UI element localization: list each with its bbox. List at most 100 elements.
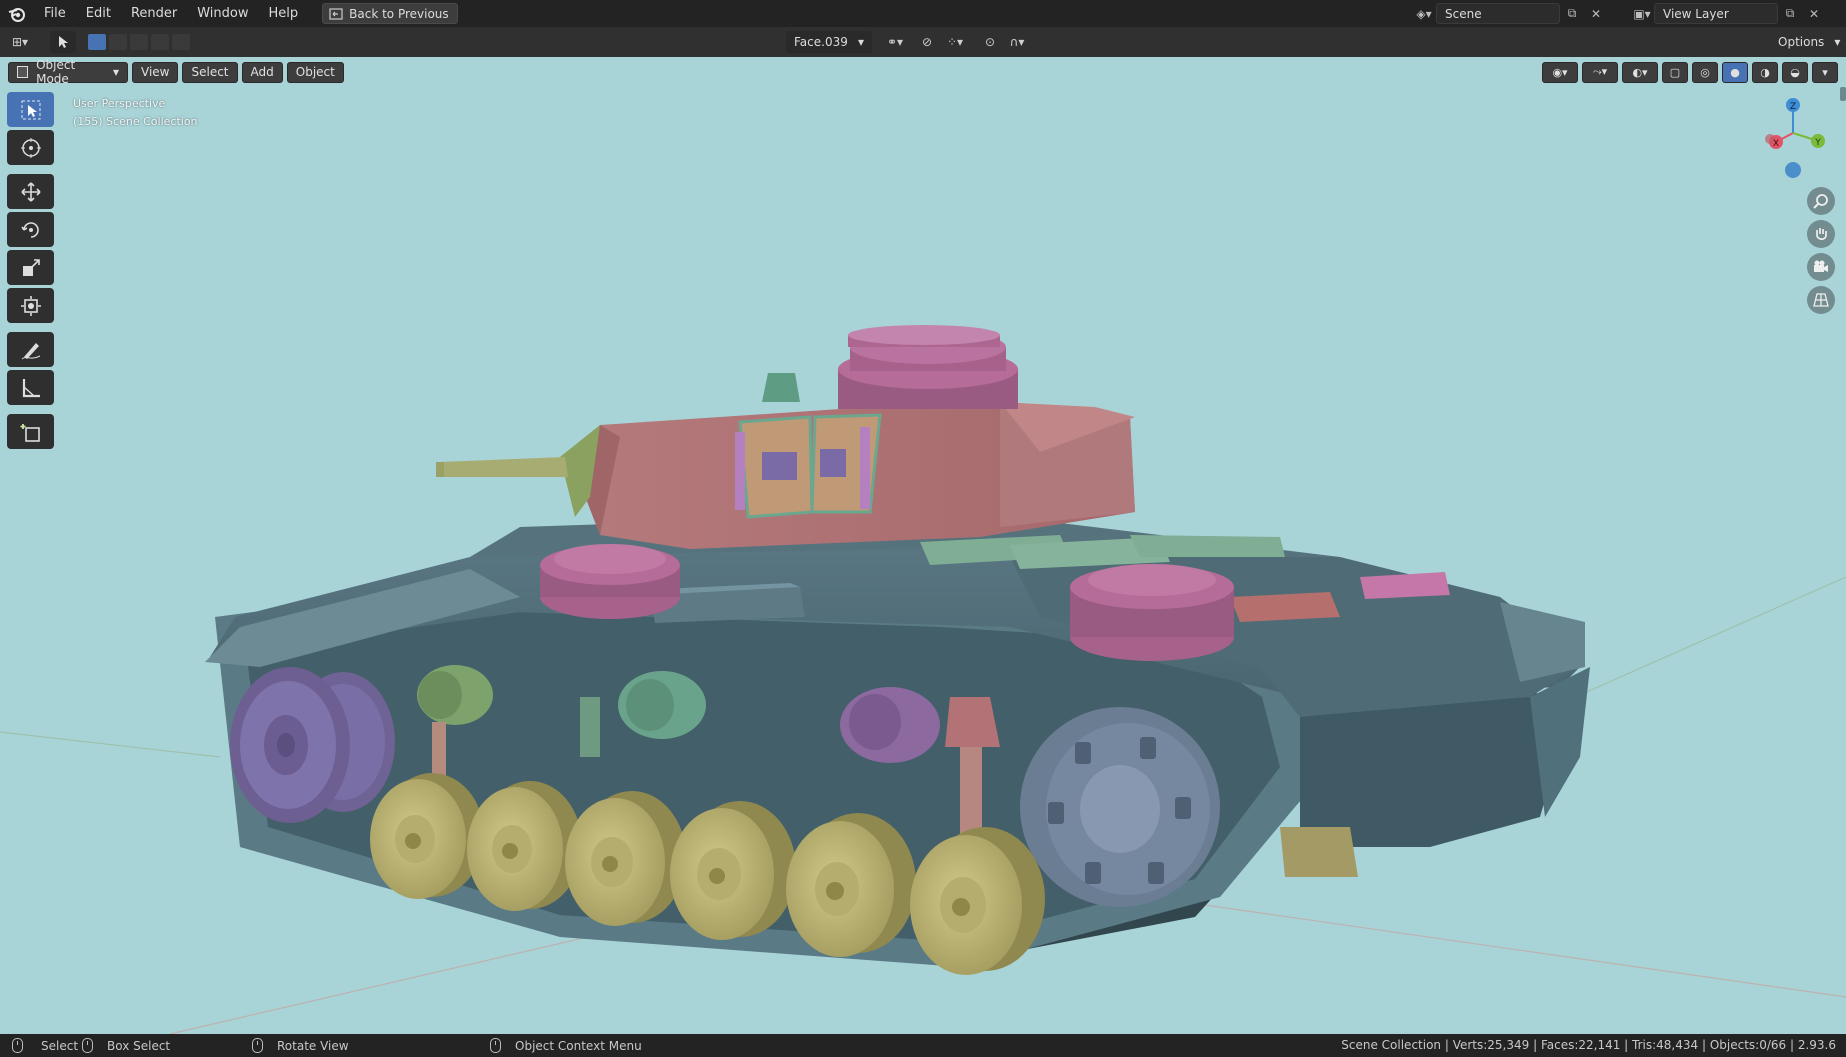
status-context-menu-label: Object Context Menu [515,1038,642,1053]
select-tool-icon[interactable] [50,31,76,53]
options-label: Options [1778,35,1825,49]
viewport-header: Object Mode ▾ View Select Add Object [8,58,344,86]
options-dropdown[interactable]: Options ▾ [1770,31,1841,53]
menu-help[interactable]: Help [259,0,309,27]
tank-model-render [0,325,1846,1034]
top-menu-bar: File Edit Render Window Help Back to Pre… [0,0,1846,27]
object-mode-dropdown[interactable]: Object Mode ▾ [8,58,128,86]
view-layer-icon[interactable]: ▣▾ [1630,3,1654,24]
add-cube-icon[interactable] [7,414,54,449]
chevron-down-icon: ▾ [1834,35,1841,49]
new-view-layer-icon[interactable]: ⧉ [1778,3,1802,24]
selection-mode-group [88,31,190,53]
status-context-menu-hint: Object Context Menu [490,1034,642,1057]
move-icon[interactable] [7,174,54,209]
chevron-down-icon: ▾ [857,35,864,49]
mouse-right-icon [490,1038,501,1053]
object-mode-label: Object Mode [36,58,76,86]
scene-statistics: Scene Collection | Verts:25,349 | Faces:… [1341,1038,1836,1052]
status-select-label: Select [41,1038,79,1053]
gizmo-y-label: Y [1814,138,1821,148]
select-box-icon[interactable] [7,92,54,127]
snap-element-icon[interactable]: ⁘▾ [940,31,970,53]
mouse-drag-icon [82,1038,93,1053]
overlays-toggle-icon[interactable]: ◐▾ [1622,61,1658,83]
viewport-shading-controls: ◉▾ ⤳▾ ◐▾ ▢ ◎ ● ◑ ◒ ▾ [1542,60,1838,84]
shading-options-icon[interactable]: ▾ [1812,61,1838,83]
snap-toggle-icon[interactable]: ⊘ [916,31,938,53]
delete-scene-icon[interactable]: ✕ [1584,3,1608,24]
back-to-previous-label: Back to Previous [349,6,449,21]
scene-icon[interactable]: ◈▾ [1412,3,1436,24]
pivot-point-icon[interactable]: ⚭▾ [880,31,910,53]
menu-file[interactable]: File [34,0,76,27]
rendered-shading-icon[interactable]: ◒ [1782,61,1808,83]
visibility-icon[interactable]: ◉▾ [1542,61,1578,83]
view-perspective-label: User Perspective [73,97,166,110]
view-menu[interactable]: View [132,61,179,83]
object-menu[interactable]: Object [286,61,344,83]
wireframe-shading-icon[interactable]: ◎ [1692,61,1718,83]
measure-icon[interactable] [7,370,54,405]
scene-name-label: Scene [1445,6,1482,21]
mode-invert-icon[interactable] [151,34,169,50]
solid-shading-icon[interactable]: ● [1722,61,1748,83]
status-bar: Select Box Select Rotate View Object Con… [0,1034,1846,1057]
chevron-down-icon: ▾ [112,65,119,79]
gizmo-x-label: X [1773,139,1779,149]
drive-sprocket [230,667,395,823]
transform-icon[interactable] [7,288,54,323]
xray-toggle-icon[interactable]: ▢ [1662,61,1688,83]
delete-view-layer-icon[interactable]: ✕ [1802,3,1826,24]
back-icon [329,7,343,20]
active-object-dropdown[interactable]: Face.039 ▾ [786,31,872,53]
menu-render[interactable]: Render [121,0,187,27]
gizmo-z-label: Z [1790,102,1796,112]
mode-extend-icon[interactable] [109,34,127,50]
scene-name-field[interactable]: Scene [1436,3,1560,24]
hull-drum-left [540,544,680,619]
status-select-hint: Select [12,1034,78,1057]
3d-viewport[interactable]: Object Mode ▾ View Select Add Object ◉▾ … [0,57,1846,1034]
blender-logo-icon[interactable] [0,0,34,27]
active-object-label: Face.039 [794,35,848,49]
tool-header: ⊞▾ Face.039 ▾ ⚭▾ ⊘ ⁘▾ ⊙ ∩▾ Options ▾ [0,27,1846,57]
scene-selector: ◈▾ Scene ⧉ ✕ [1412,3,1608,24]
scale-icon[interactable] [7,250,54,285]
left-toolbar [7,92,55,452]
mode-intersect-icon[interactable] [172,34,190,50]
cursor-icon[interactable] [7,130,54,165]
material-shading-icon[interactable]: ◑ [1752,61,1778,83]
status-rotate-view-hint: Rotate View [252,1034,349,1057]
pan-hand-icon[interactable] [1807,220,1835,248]
menu-window[interactable]: Window [187,0,258,27]
status-rotate-view-label: Rotate View [277,1038,349,1053]
new-scene-icon[interactable]: ⧉ [1560,3,1584,24]
status-box-select-hint: Box Select [82,1034,170,1057]
view-layer-name-field[interactable]: View Layer [1654,3,1778,24]
gizmo-toggle-icon[interactable]: ⤳▾ [1582,61,1618,83]
zoom-icon[interactable] [1807,187,1835,215]
mouse-left-icon [12,1038,23,1053]
annotate-icon[interactable] [7,332,54,367]
status-box-select-label: Box Select [107,1038,171,1053]
falloff-icon[interactable]: ∩▾ [1002,31,1032,53]
camera-view-icon[interactable] [1807,253,1835,281]
turret [436,325,1135,549]
editor-type-icon[interactable]: ⊞▾ [0,31,40,53]
hull-drum-right [1070,564,1234,661]
menu-edit[interactable]: Edit [76,0,121,27]
add-menu[interactable]: Add [241,61,283,83]
scene-collection-label: (155) Scene Collection [73,115,198,128]
mode-subtract-icon[interactable] [130,34,148,50]
back-to-previous-button[interactable]: Back to Previous [322,3,458,24]
rotate-icon[interactable] [7,212,54,247]
viewport-scrollbar[interactable] [1840,87,1846,101]
mode-set-icon[interactable] [88,34,106,50]
view-layer-name-label: View Layer [1663,6,1729,21]
proportional-edit-icon[interactable]: ⊙ [980,31,1000,53]
mouse-middle-icon [252,1038,263,1053]
perspective-grid-icon[interactable] [1807,286,1835,314]
select-menu[interactable]: Select [182,61,238,83]
view-layer-selector: ▣▾ View Layer ⧉ ✕ [1630,3,1826,24]
